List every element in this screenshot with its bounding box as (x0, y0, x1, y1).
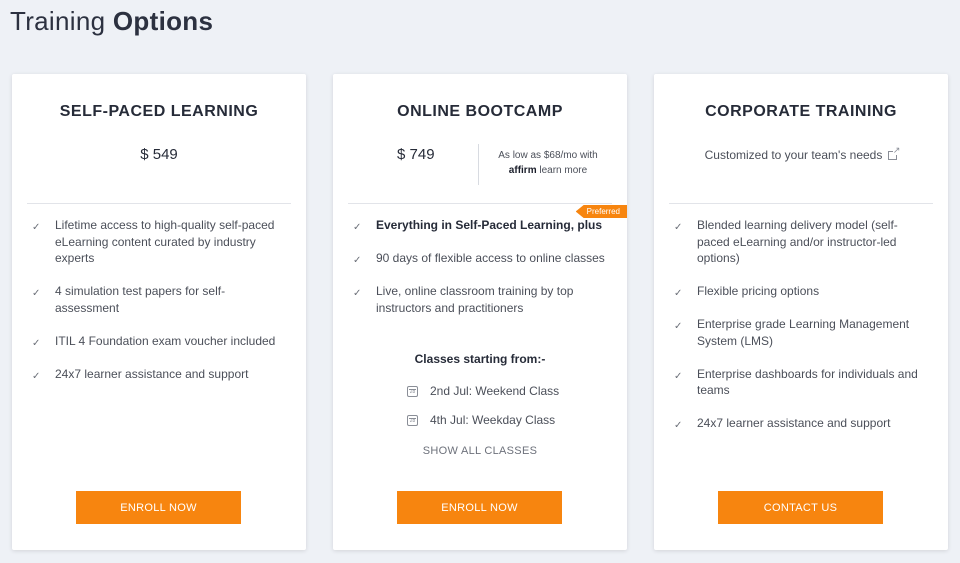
affirm-financing: As low as $68/mo with affirm learn more (483, 148, 613, 178)
feature-text: Blended learning delivery model (self-pa… (697, 218, 898, 265)
enroll-now-button[interactable]: ENROLL NOW (397, 491, 562, 524)
price: $ 749 (397, 146, 435, 163)
divider (348, 203, 612, 204)
feature-text: Enterprise dashboards for individuals an… (697, 366, 918, 398)
check-icon: ✓ (353, 288, 362, 299)
corporate-training-card: CORPORATE TRAINING Customized to your te… (654, 74, 948, 550)
check-icon: ✓ (32, 370, 41, 382)
feature-item: ✓ ITIL 4 Foundation exam voucher included (30, 333, 288, 350)
feature-text: Enterprise grade Learning Management Sys… (697, 317, 910, 348)
feature-item: ✓ 4 simulation test papers for self-asses… (30, 283, 288, 316)
class-row: 28 2nd Jul: Weekend Class (407, 384, 559, 398)
feature-text: Everything in Self-Paced Learning, plus (376, 218, 603, 232)
classes-heading: Classes starting from:- (414, 352, 546, 366)
feature-text: 24x7 learner assistance and support (55, 366, 249, 381)
check-icon: ✓ (353, 255, 362, 266)
affirm-text: As low as $68/mo with (498, 150, 598, 161)
corporate-subtitle-text: Customized to your team's needs (704, 148, 883, 162)
online-bootcamp-card: ONLINE BOOTCAMP $ 749 As low as $68/mo w… (333, 74, 627, 550)
feature-text: Lifetime access to high-quality self-pac… (55, 218, 275, 265)
feature-text: Live, online classroom training by top i… (376, 284, 574, 315)
check-icon: ✓ (674, 288, 683, 299)
card-title: CORPORATE TRAINING (705, 103, 897, 120)
check-icon: ✓ (32, 337, 41, 349)
feature-item: ✓ Flexible pricing options (672, 283, 930, 300)
check-icon: ✓ (32, 288, 41, 299)
card-title: SELF-PACED LEARNING (59, 103, 259, 120)
affirm-logo: affirm (508, 165, 537, 176)
check-icon: ✓ (674, 370, 683, 382)
enroll-now-button[interactable]: ENROLL NOW (76, 491, 241, 524)
price-separator (478, 144, 479, 185)
class-row: 28 4th Jul: Weekday Class (407, 413, 555, 427)
feature-item: ✓ Enterprise grade Learning Management Sy… (672, 316, 930, 349)
feature-text: ITIL 4 Foundation exam voucher included (55, 333, 276, 348)
calendar-icon: 28 (407, 414, 418, 426)
feature-text: 90 days of flexible access to online cla… (376, 251, 605, 265)
feature-item: ✓ 24x7 learner assistance and support (30, 366, 288, 383)
show-all-classes-link[interactable]: SHOW ALL CLASSES (333, 445, 627, 457)
feature-text: 24x7 learner assistance and support (697, 416, 891, 430)
check-icon: ✓ (674, 321, 683, 332)
feature-text: Flexible pricing options (697, 284, 820, 298)
contact-us-button[interactable]: CONTACT US (718, 491, 883, 524)
feature-list: ✓ Blended learning delivery model (self-p… (672, 217, 930, 448)
self-paced-card: SELF-PACED LEARNING $ 549 ✓ Lifetime acce… (12, 74, 306, 550)
feature-list: ✓ Lifetime access to high-quality self-pa… (30, 217, 288, 399)
feature-item: ✓ Enterprise dashboards for individuals a… (672, 366, 930, 399)
feature-list: ✓ Everything in Self-Paced Learning, plus… (351, 217, 609, 333)
page-title-bold: Options (112, 6, 214, 36)
calendar-icon: 28 (407, 385, 418, 397)
external-link-icon[interactable] (888, 146, 901, 160)
check-icon: ✓ (674, 222, 683, 233)
class-label: 2nd Jul: Weekend Class (430, 384, 560, 398)
feature-item: ✓ Lifetime access to high-quality self-pa… (30, 217, 288, 267)
divider (669, 203, 933, 204)
feature-text: 4 simulation test papers for self-assess… (55, 284, 226, 315)
feature-item: ✓ Live, online classroom training by top … (351, 283, 609, 316)
corporate-subtitle[interactable]: Customized to your team's needs (654, 146, 948, 162)
card-title: ONLINE BOOTCAMP (397, 103, 563, 120)
check-icon: ✓ (353, 222, 362, 233)
check-icon: ✓ (32, 222, 41, 233)
affirm-learn-more-link[interactable]: learn more (539, 165, 587, 176)
feature-item: ✓ Everything in Self-Paced Learning, plus (351, 217, 609, 234)
price: $ 549 (140, 146, 178, 163)
class-label: 4th Jul: Weekday Class (430, 413, 556, 427)
feature-item: ✓ 90 days of flexible access to online cl… (351, 250, 609, 267)
check-icon: ✓ (674, 420, 683, 431)
divider (27, 203, 291, 204)
feature-item: ✓ Blended learning delivery model (self-p… (672, 217, 930, 267)
page-title: Training Options (10, 6, 213, 37)
feature-item: ✓ 24x7 learner assistance and support (672, 415, 930, 432)
page-title-regular: Training (10, 6, 106, 36)
